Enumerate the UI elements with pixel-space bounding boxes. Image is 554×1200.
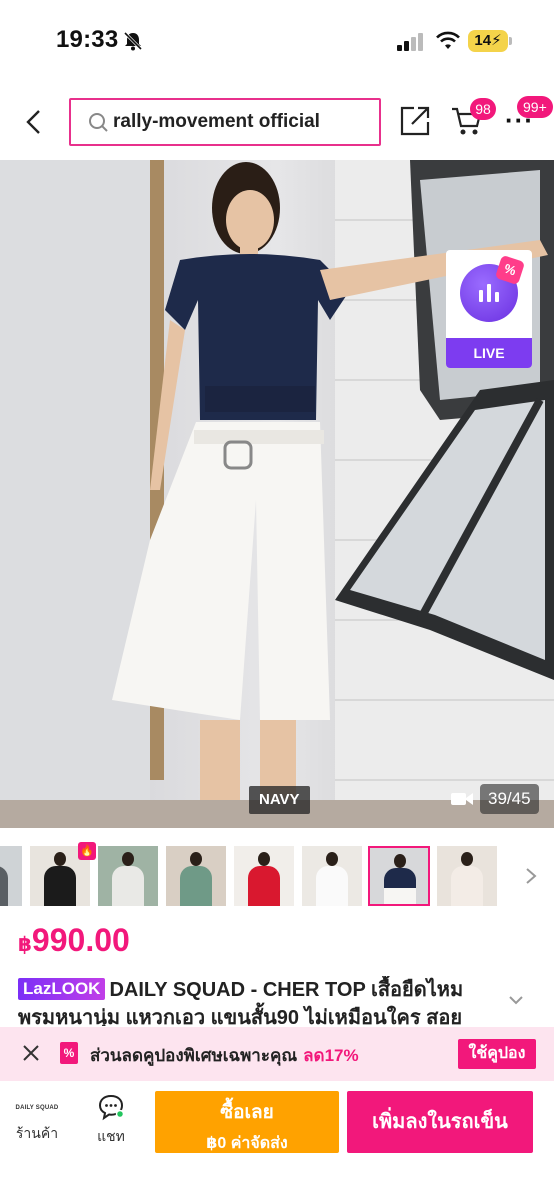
buy-now-label: ซื้อเลย <box>220 1102 274 1123</box>
coupon-icon: % <box>60 1042 78 1064</box>
search-icon <box>89 113 108 132</box>
currency-symbol: ฿ <box>18 934 32 956</box>
store-logo: DAILY SQUAD <box>15 1105 59 1111</box>
shipping-label: ฿0 ค่าจัดส่ง <box>206 1135 288 1152</box>
variant-label: NAVY <box>249 786 310 814</box>
store-button[interactable]: DAILY SQUAD ร้านค้า <box>12 1093 62 1145</box>
price-amount: 990.00 <box>31 922 130 958</box>
image-counter: 39/45 <box>480 784 539 814</box>
status-time: 19:33 <box>56 26 119 53</box>
thumbnail-item[interactable] <box>98 846 158 906</box>
search-query: rally-movement official <box>113 111 320 132</box>
buy-now-button[interactable]: ซื้อเลย ฿0 ค่าจัดส่ง <box>155 1091 339 1153</box>
coupon-description: ส่วนลดคูปองพิเศษเฉพาะคุณ <box>90 1046 298 1065</box>
share-icon[interactable] <box>398 104 432 138</box>
thumbnail-item[interactable] <box>0 846 22 906</box>
product-title[interactable]: LazLOOK DAILY SQUAD - CHER TOP เสื้อยืดไห… <box>18 976 496 1026</box>
product-image[interactable]: % LIVE NAVY 39/45 <box>0 160 554 828</box>
bell-muted-icon <box>123 31 143 51</box>
fire-icon: 🔥 <box>78 842 96 860</box>
store-label: ร้านค้า <box>15 1125 59 1141</box>
battery-level: 14 <box>474 32 492 49</box>
chat-button[interactable]: แชท <box>86 1093 136 1148</box>
add-to-cart-button[interactable]: เพิ่มลงในรถเข็น <box>347 1091 533 1153</box>
thumbnail-strip: 🔥 <box>0 842 554 908</box>
lazlook-badge: LazLOOK <box>18 978 106 1000</box>
bottom-action-bar: DAILY SQUAD ร้านค้า แชท ซื้อเลย ฿0 ค่าจั… <box>0 1081 554 1200</box>
live-label: LIVE <box>446 338 532 368</box>
cart-count-badge: 98 <box>470 98 496 120</box>
live-stream-widget[interactable]: % LIVE <box>446 250 532 368</box>
coupon-discount: ลด17% <box>303 1046 359 1065</box>
close-icon[interactable] <box>22 1044 40 1062</box>
back-arrow-icon[interactable] <box>22 108 46 136</box>
video-icon[interactable] <box>450 790 474 808</box>
product-price: ฿990.00 <box>18 922 130 959</box>
notification-badge: 99+ <box>517 96 553 118</box>
battery-indicator: 14⚡ <box>468 30 512 52</box>
top-nav: rally-movement official 98 ··· 99+ <box>0 80 554 160</box>
chevron-right-icon[interactable] <box>524 866 538 886</box>
chevron-down-icon[interactable] <box>508 994 524 1006</box>
thumbnail-item[interactable] <box>166 846 226 906</box>
chat-icon <box>98 1094 125 1121</box>
thumbnail-item[interactable] <box>234 846 294 906</box>
thumbnail-item[interactable] <box>437 846 497 906</box>
thumbnail-item-selected[interactable] <box>368 846 430 906</box>
thumbnail-item[interactable] <box>302 846 362 906</box>
use-coupon-button[interactable]: ใช้คูปอง <box>458 1039 536 1069</box>
coupon-banner: % ส่วนลดคูปองพิเศษเฉพาะคุณ ลด17% ใช้คูปอง <box>0 1027 554 1081</box>
wifi-icon <box>436 31 460 49</box>
signal-icon <box>397 33 423 51</box>
coupon-text: ส่วนลดคูปองพิเศษเฉพาะคุณ ลด17% <box>90 1042 359 1069</box>
chat-label: แชท <box>97 1128 125 1144</box>
search-bar[interactable]: rally-movement official <box>69 98 381 146</box>
status-bar: 19:33 14⚡ <box>0 0 554 80</box>
